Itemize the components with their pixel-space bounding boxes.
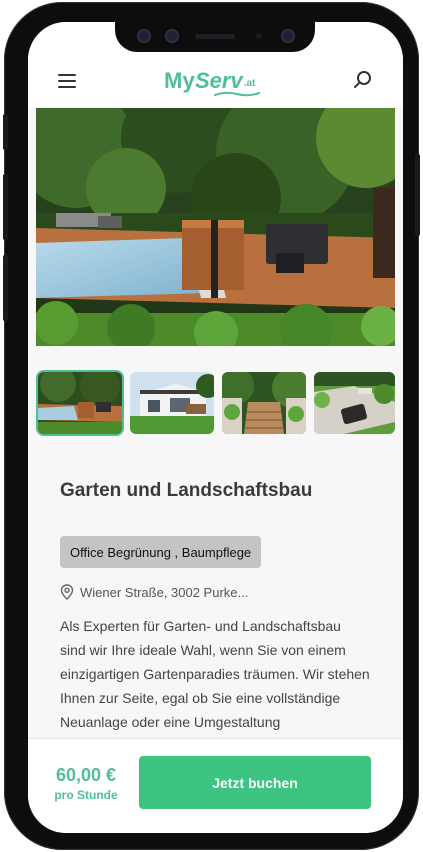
book-now-button[interactable]: Jetzt buchen (139, 756, 371, 809)
location-pin-icon (60, 584, 74, 600)
service-description: Als Experten für Garten- und Landschafts… (60, 618, 370, 730)
logo-main: My (164, 68, 195, 93)
camera-icon (137, 29, 151, 43)
hamburger-menu-icon[interactable] (58, 74, 76, 88)
garden-path-thumbnail[interactable] (314, 372, 395, 434)
phone-frame: My Serv .at Garten und Landschaftsbau Of… (3, 2, 420, 850)
modern-house-thumbnail[interactable] (130, 372, 214, 434)
thumbnail-strip (36, 372, 395, 438)
category-badge[interactable]: Office Begrünung , Baumpflege (60, 536, 262, 568)
logo-swoosh-icon (214, 91, 260, 97)
power-button (415, 154, 420, 236)
speaker-grille (195, 34, 235, 39)
wooden-stairs-garden-thumbnail[interactable] (222, 372, 306, 434)
search-icon[interactable] (353, 70, 373, 90)
garden-terrace-thumbnail[interactable] (38, 372, 122, 434)
price-info: 60,00 € pro Stunde (42, 765, 130, 802)
notch (115, 22, 315, 52)
proximity-sensor (256, 33, 262, 39)
logo-suffix: .at (243, 78, 256, 89)
price-unit: pro Stunde (54, 788, 118, 802)
phone-screen: My Serv .at Garten und Landschaftsbau Of… (28, 22, 403, 833)
volume-down-button (3, 255, 8, 321)
front-camera-icon (281, 29, 295, 43)
hero-image[interactable] (36, 108, 395, 346)
service-card: Garten und Landschaftsbau Office Begrünu… (36, 458, 395, 738)
myserv-logo[interactable]: My Serv .at (164, 64, 260, 97)
mute-switch (3, 114, 8, 150)
sensor-icon (165, 29, 179, 43)
main-content: Garten und Landschaftsbau Office Begrünu… (36, 108, 395, 738)
location-text: Wiener Straße, 3002 Purke... (80, 584, 249, 600)
booking-bar: 60,00 € pro Stunde Jetzt buchen (28, 738, 403, 833)
volume-up-button (3, 174, 8, 240)
price-amount: 60,00 € (55, 765, 117, 785)
service-title: Garten und Landschaftsbau (60, 480, 313, 501)
location: Wiener Straße, 3002 Purke... (60, 584, 248, 600)
